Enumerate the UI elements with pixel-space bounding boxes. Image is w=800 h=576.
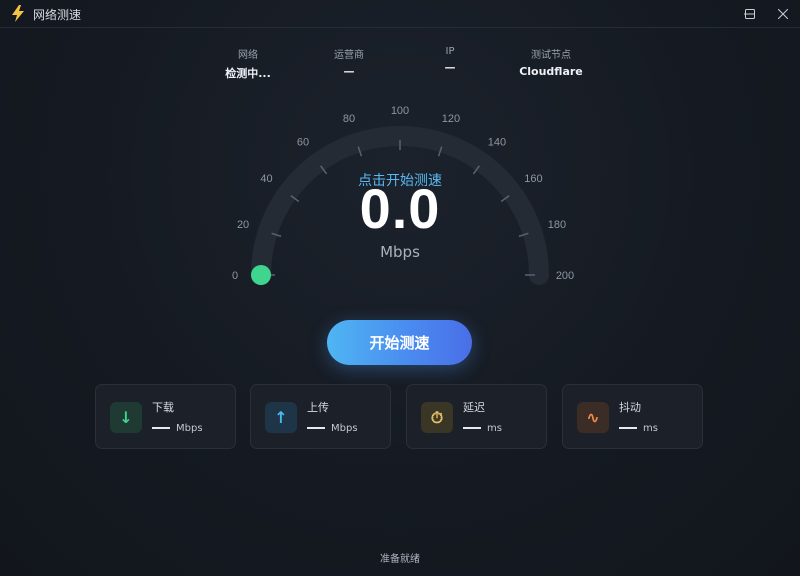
- gauge-tick-label: 160: [524, 173, 542, 185]
- gauge-tick-label: 140: [488, 137, 506, 149]
- speed-value: 0.0: [359, 177, 441, 240]
- status-footer: 准备就绪: [380, 554, 420, 565]
- download-title: 下载: [152, 401, 174, 414]
- gauge-tick-label: 200: [556, 270, 574, 282]
- title-bar: 网络测速: [0, 0, 800, 28]
- download-card: ↓ 下载 Mbps: [95, 384, 236, 449]
- window-title: 网络测速: [33, 8, 82, 22]
- info-node-value: Cloudflare: [519, 65, 583, 78]
- speed-unit: Mbps: [380, 243, 420, 261]
- latency-title: 延迟: [463, 401, 485, 414]
- gauge-tick-label: 120: [442, 113, 460, 125]
- upload-unit: Mbps: [331, 423, 358, 434]
- gauge-indicator-dot: [251, 265, 271, 285]
- latency-value: [463, 427, 481, 429]
- jitter-title: 抖动: [619, 401, 641, 414]
- download-unit: Mbps: [176, 423, 203, 434]
- gauge-tick-label: 40: [260, 173, 272, 185]
- download-value: [152, 427, 170, 429]
- upload-arrow-icon: ↑: [265, 402, 297, 433]
- gauge-tick-label: 100: [391, 105, 409, 117]
- upload-card: ↑ 上传 Mbps: [250, 384, 391, 449]
- upload-value: [307, 427, 325, 429]
- jitter-card: ∿ 抖动 ms: [562, 384, 703, 449]
- close-icon: [778, 8, 788, 19]
- gauge-tick-label: 80: [343, 113, 355, 125]
- info-node-label: 测试节点: [531, 50, 571, 61]
- start-test-button[interactable]: 开始测速: [327, 320, 472, 365]
- gauge-tick-label: 20: [237, 219, 249, 231]
- close-button[interactable]: [766, 0, 800, 27]
- info-node: 测试节点 Cloudflare: [491, 46, 611, 78]
- jitter-unit: ms: [643, 423, 658, 434]
- latency-unit: ms: [487, 423, 502, 434]
- maximize-icon: [745, 8, 755, 19]
- jitter-value: [619, 427, 637, 429]
- gauge-tick-label: 180: [548, 219, 566, 231]
- download-arrow-icon: ↓: [110, 402, 142, 433]
- maximize-icon-wrap[interactable]: [733, 0, 767, 27]
- gauge-tick-label: 60: [297, 137, 309, 149]
- gauge-tick-label: 0: [232, 270, 238, 282]
- lightning-icon: [12, 5, 24, 22]
- stopwatch-icon: ⏱: [421, 402, 453, 433]
- latency-card: ⏱ 延迟 ms: [406, 384, 547, 449]
- wave-icon: ∿: [577, 402, 609, 433]
- upload-title: 上传: [307, 401, 329, 414]
